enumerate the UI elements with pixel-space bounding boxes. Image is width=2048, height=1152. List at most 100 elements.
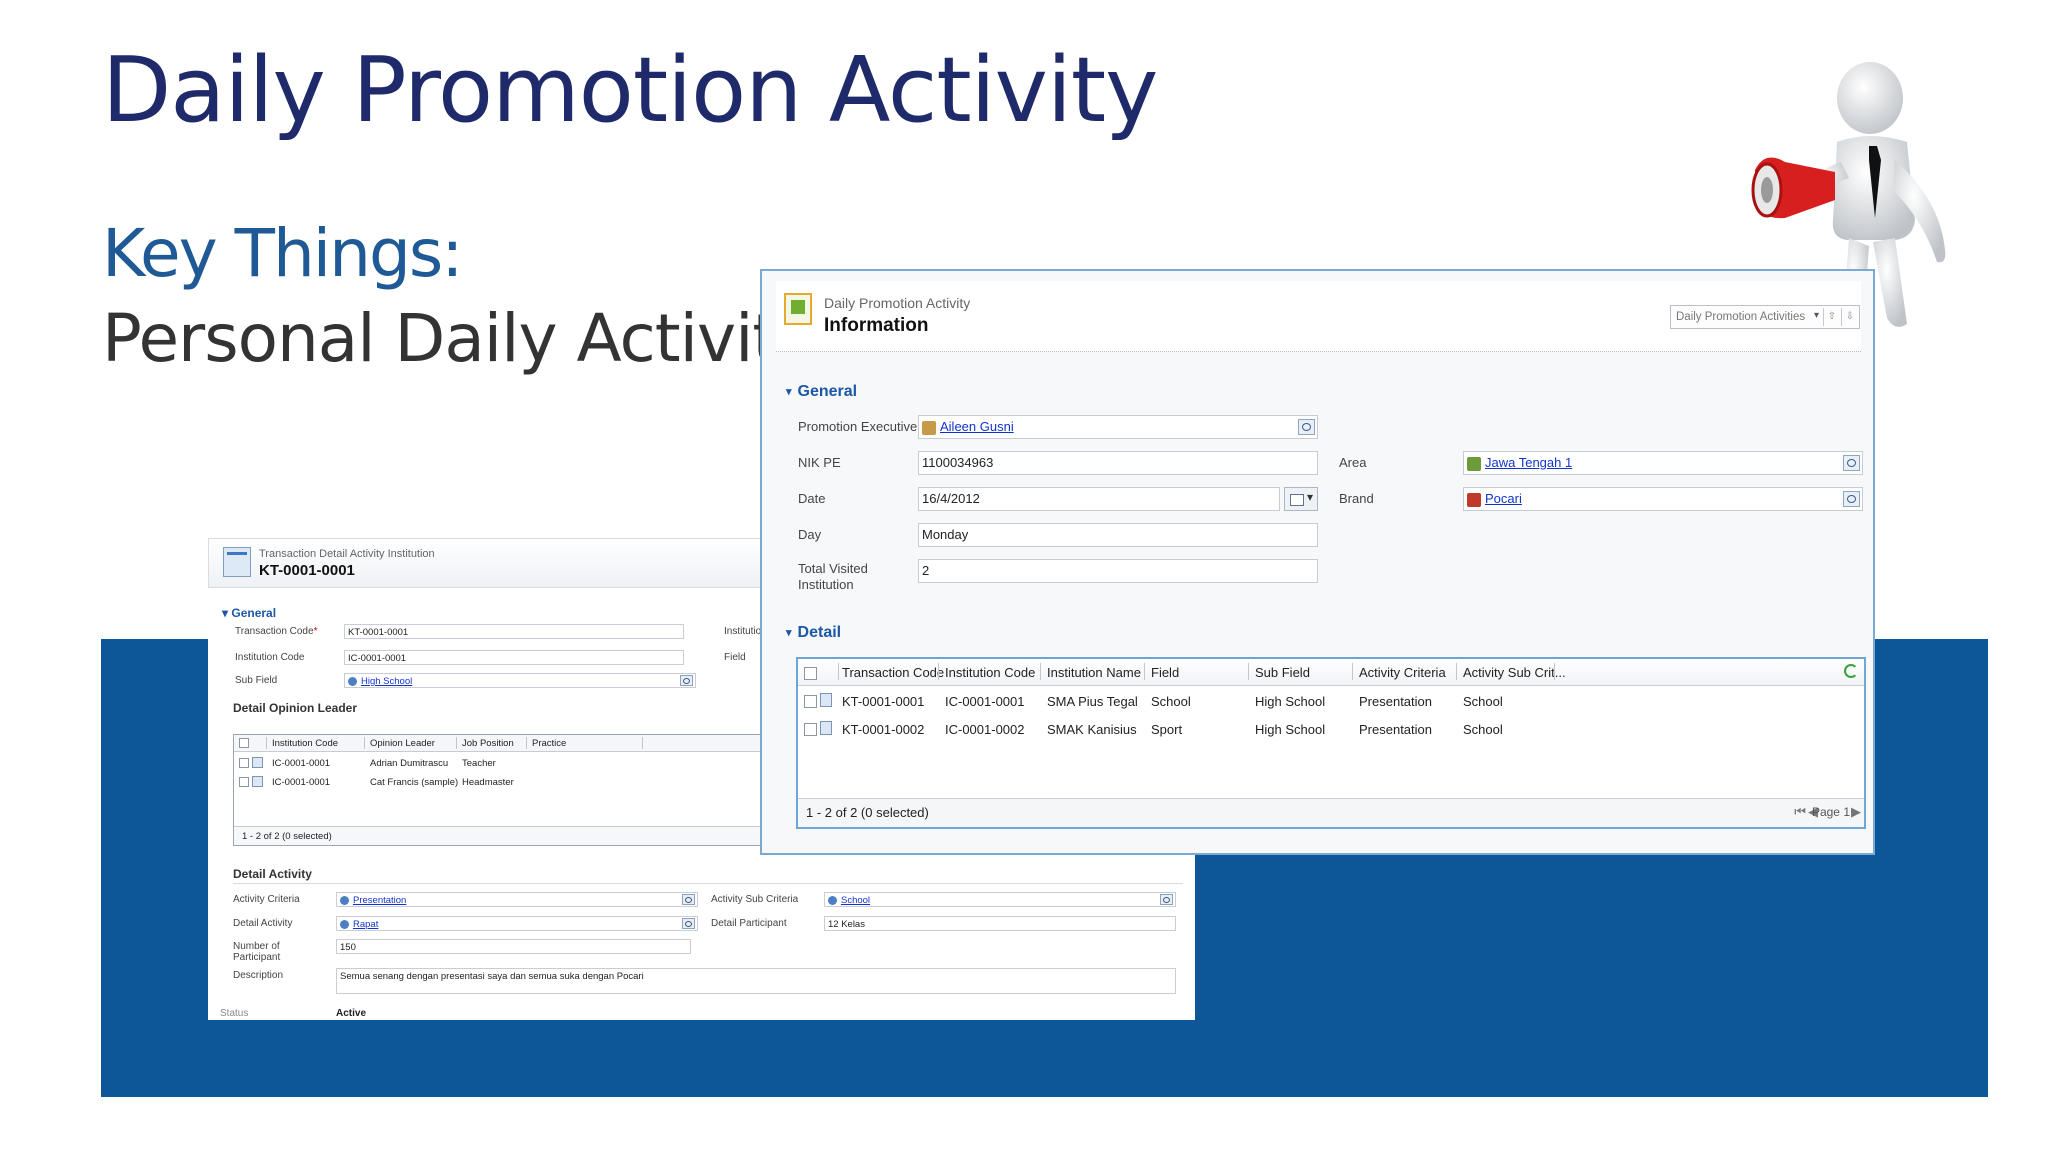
sub-field-lookup[interactable]: High School xyxy=(344,673,696,688)
number-of-participant-label: Number of Participant xyxy=(233,941,281,963)
detail-activity-lookup[interactable]: Rapat xyxy=(336,916,698,931)
cell-field: School xyxy=(1151,694,1191,709)
col-institution-name[interactable]: Institution Name xyxy=(1047,665,1141,680)
chevron-down-icon[interactable]: ▾ xyxy=(1814,310,1819,321)
row-checkbox[interactable] xyxy=(804,723,817,736)
day-input[interactable]: Monday xyxy=(918,523,1318,547)
nik-pe-input[interactable]: 1100034963 xyxy=(918,451,1318,475)
detail-participant-input[interactable]: 12 Kelas xyxy=(824,916,1176,931)
promotion-executive-lookup[interactable]: Aileen Gusni xyxy=(918,415,1318,439)
cell-institution-code: IC-0001-0001 xyxy=(945,694,1025,709)
record-icon xyxy=(252,776,263,787)
lookup-icon[interactable] xyxy=(682,894,695,905)
lookup-icon[interactable] xyxy=(1843,491,1860,507)
total-visited-institution-input[interactable]: 2 xyxy=(918,559,1318,583)
cell-institution-code: IC-0001-0001 xyxy=(272,777,331,788)
grid-selection-count: 1 - 2 of 2 (0 selected) xyxy=(806,805,929,820)
information-header: Daily Promotion Activity Information Dai… xyxy=(776,281,1861,352)
col-opinion-leader[interactable]: Opinion Leader xyxy=(370,738,435,749)
cell-job-position: Teacher xyxy=(462,758,496,769)
previous-record-icon[interactable]: ⇧ xyxy=(1823,308,1840,326)
record-icon xyxy=(820,693,832,707)
brand-label: Brand xyxy=(1339,491,1374,506)
area-lookup[interactable]: Jawa Tengah 1 xyxy=(1463,451,1863,475)
table-row[interactable]: IC-0001-0001 Adrian Dumitrascu Teacher xyxy=(234,754,794,772)
row-checkbox[interactable] xyxy=(239,758,249,768)
record-navigator[interactable]: Daily Promotion Activities ▾ ⇧ ⇩ xyxy=(1670,305,1860,329)
area-link[interactable]: Jawa Tengah 1 xyxy=(1485,455,1572,470)
detail-grid: Transaction Code Institution Code Instit… xyxy=(796,657,1866,829)
user-icon xyxy=(922,420,936,435)
select-all-checkbox[interactable] xyxy=(804,667,817,680)
opinion-leader-grid: Institution Code Opinion Leader Job Posi… xyxy=(233,734,795,846)
activity-criteria-link[interactable]: Presentation xyxy=(353,895,406,906)
activity-sub-criteria-link[interactable]: School xyxy=(841,895,870,906)
general-section-toggle[interactable]: General xyxy=(786,383,858,401)
record-icon xyxy=(784,293,812,325)
day-label: Day xyxy=(798,527,822,542)
general-section-toggle[interactable]: ▾ General xyxy=(222,606,276,620)
promotion-executive-link[interactable]: Aileen Gusni xyxy=(940,419,1014,434)
cell-field: Sport xyxy=(1151,722,1183,737)
col-activity-criteria[interactable]: Activity Criteria xyxy=(1359,665,1446,680)
page-next-icon[interactable]: ▶ xyxy=(1851,804,1861,820)
nik-pe-label: NIK PE xyxy=(798,455,841,470)
record-icon xyxy=(252,757,263,768)
col-activity-sub-criteria[interactable]: Activity Sub Crit... xyxy=(1463,665,1566,680)
brand-lookup[interactable]: Pocari xyxy=(1463,487,1863,511)
header-entity-name: Transaction Detail Activity Institution xyxy=(259,548,435,560)
transaction-code-label: Transaction Code* xyxy=(235,626,318,637)
description-textarea[interactable]: Semua senang dengan presentasi saya dan … xyxy=(336,968,1176,994)
header-form-title: Information xyxy=(824,315,929,336)
activity-criteria-label: Activity Criteria xyxy=(233,894,300,905)
description-label: Description xyxy=(233,970,284,981)
col-transaction-code[interactable]: Transaction Code xyxy=(842,665,944,680)
calendar-icon[interactable] xyxy=(1284,487,1318,511)
table-row[interactable]: KT-0001-0002 IC-0001-0002 SMAK Kanisius … xyxy=(798,715,1864,742)
status-value: Active xyxy=(336,1008,367,1019)
row-checkbox[interactable] xyxy=(239,777,249,787)
col-practice[interactable]: Practice xyxy=(532,738,566,749)
cell-institution-name: SMAK Kanisius xyxy=(1047,722,1137,737)
lookup-icon[interactable] xyxy=(680,675,693,686)
next-record-icon[interactable]: ⇩ xyxy=(1841,308,1858,326)
page-number: Page 1 xyxy=(1811,805,1850,819)
number-of-participant-input[interactable]: 150 xyxy=(336,939,691,954)
lookup-icon[interactable] xyxy=(1298,419,1315,435)
status-label: Status xyxy=(220,1008,249,1019)
lookup-icon[interactable] xyxy=(1160,894,1173,905)
opinion-grid-footer: 1 - 2 of 2 (0 selected) xyxy=(234,826,794,845)
date-input[interactable]: 16/4/2012 xyxy=(918,487,1280,511)
page-first-icon[interactable]: ⏮ xyxy=(1794,804,1806,820)
col-institution-code[interactable]: Institution Code xyxy=(272,738,338,749)
brand-record-icon xyxy=(1467,492,1481,507)
activity-criteria-lookup[interactable]: Presentation xyxy=(336,892,698,907)
cell-sub-field: High School xyxy=(1255,722,1326,737)
lookup-record-icon xyxy=(348,676,357,686)
row-checkbox[interactable] xyxy=(804,695,817,708)
lookup-icon[interactable] xyxy=(682,918,695,929)
brand-link[interactable]: Pocari xyxy=(1485,491,1522,506)
cell-opinion-leader: Adrian Dumitrascu xyxy=(370,758,449,769)
sub-field-link[interactable]: High School xyxy=(361,676,412,687)
cell-opinion-leader: Cat Francis (sample) xyxy=(370,777,459,788)
col-sub-field[interactable]: Sub Field xyxy=(1255,665,1310,680)
detail-activity-link[interactable]: Rapat xyxy=(353,919,378,930)
record-navigator-label[interactable]: Daily Promotion Activities xyxy=(1676,311,1805,323)
detail-grid-footer: 1 - 2 of 2 (0 selected) ⏮ ◀ Page 1 ▶ xyxy=(798,798,1864,827)
table-row[interactable]: IC-0001-0001 Cat Francis (sample) Headma… xyxy=(234,773,794,791)
col-institution-code[interactable]: Institution Code xyxy=(945,665,1035,680)
col-job-position[interactable]: Job Position xyxy=(462,738,514,749)
select-all-checkbox[interactable] xyxy=(239,738,249,748)
col-field[interactable]: Field xyxy=(1151,665,1179,680)
detail-grid-header: Transaction Code Institution Code Instit… xyxy=(798,659,1864,686)
activity-sub-criteria-lookup[interactable]: School xyxy=(824,892,1176,907)
institution-code-input[interactable]: IC-0001-0001 xyxy=(344,650,684,665)
refresh-icon[interactable] xyxy=(1844,664,1858,678)
date-label: Date xyxy=(798,491,826,506)
detail-section-toggle[interactable]: Detail xyxy=(786,624,842,642)
lookup-icon[interactable] xyxy=(1843,455,1860,471)
area-label: Area xyxy=(1339,455,1367,470)
transaction-code-input[interactable]: KT-0001-0001 xyxy=(344,624,684,639)
table-row[interactable]: KT-0001-0001 IC-0001-0001 SMA Pius Tegal… xyxy=(798,687,1864,714)
